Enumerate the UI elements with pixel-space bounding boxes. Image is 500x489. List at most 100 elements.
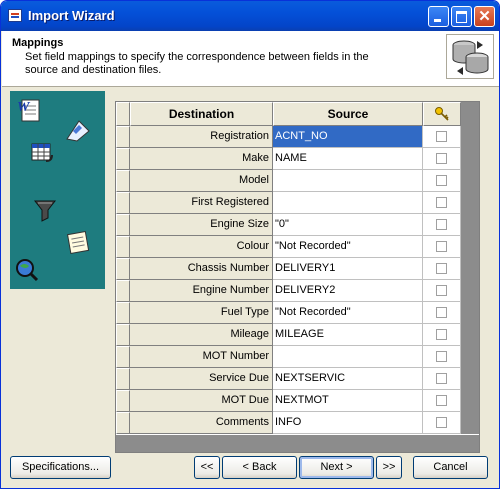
database-transfer-icon xyxy=(446,34,494,79)
wizard-header: Mappings Set field mappings to specify t… xyxy=(2,31,499,87)
source-field-cell[interactable]: DELIVERY2 xyxy=(273,280,423,302)
key-checkbox-cell[interactable] xyxy=(423,236,461,258)
table-row[interactable]: MOT Due NEXTMOT xyxy=(116,390,479,412)
key-checkbox-cell[interactable] xyxy=(423,126,461,148)
key-checkbox[interactable] xyxy=(436,241,447,252)
table-row[interactable]: Registration ACNT_NO xyxy=(116,126,479,148)
source-field-cell[interactable]: NEXTSERVIC xyxy=(273,368,423,390)
row-filler xyxy=(461,170,479,192)
last-page-button[interactable]: >> xyxy=(376,456,402,479)
key-checkbox[interactable] xyxy=(436,395,447,406)
table-row[interactable]: Colour "Not Recorded" xyxy=(116,236,479,258)
destination-field-cell: Fuel Type xyxy=(130,302,273,324)
source-field-cell[interactable]: "0" xyxy=(273,214,423,236)
svg-text:W: W xyxy=(17,100,31,115)
table-row[interactable]: Engine Size "0" xyxy=(116,214,479,236)
row-selector[interactable] xyxy=(116,280,130,302)
row-selector[interactable] xyxy=(116,126,130,148)
source-field-cell[interactable]: "Not Recorded" xyxy=(273,302,423,324)
source-field-cell[interactable]: NEXTMOT xyxy=(273,390,423,412)
key-checkbox[interactable] xyxy=(436,351,447,362)
source-field-cell[interactable]: ACNT_NO xyxy=(273,126,423,148)
key-checkbox[interactable] xyxy=(436,175,447,186)
key-checkbox[interactable] xyxy=(436,417,447,428)
destination-field-cell: Service Due xyxy=(130,368,273,390)
key-checkbox[interactable] xyxy=(436,153,447,164)
key-checkbox[interactable] xyxy=(436,131,447,142)
table-row[interactable]: Fuel Type "Not Recorded" xyxy=(116,302,479,324)
export-arrow-icon xyxy=(66,120,90,142)
key-checkbox-cell[interactable] xyxy=(423,412,461,434)
cancel-button[interactable]: Cancel xyxy=(413,456,488,479)
word-document-icon: W xyxy=(17,99,40,122)
key-checkbox-cell[interactable] xyxy=(423,368,461,390)
minimize-button[interactable] xyxy=(428,6,449,27)
table-row[interactable]: First Registered xyxy=(116,192,479,214)
source-field-cell[interactable] xyxy=(273,170,423,192)
row-selector[interactable] xyxy=(116,346,130,368)
row-selector[interactable] xyxy=(116,368,130,390)
row-selector[interactable] xyxy=(116,412,130,434)
key-checkbox-cell[interactable] xyxy=(423,390,461,412)
source-field-cell[interactable]: INFO xyxy=(273,412,423,434)
first-page-button[interactable]: << xyxy=(194,456,220,479)
table-row[interactable]: Make NAME xyxy=(116,148,479,170)
source-field-cell[interactable] xyxy=(273,346,423,368)
key-checkbox-cell[interactable] xyxy=(423,170,461,192)
page-description: Set field mappings to specify the corres… xyxy=(25,51,369,76)
table-row[interactable]: Model xyxy=(116,170,479,192)
source-field-cell[interactable]: MILEAGE xyxy=(273,324,423,346)
key-checkbox-cell[interactable] xyxy=(423,346,461,368)
close-button[interactable]: ✕ xyxy=(474,6,495,27)
key-checkbox[interactable] xyxy=(436,263,447,274)
maximize-button[interactable] xyxy=(451,6,472,27)
source-field-cell[interactable]: "Not Recorded" xyxy=(273,236,423,258)
field-mappings-grid[interactable]: Destination Source Registration ACNT_NO Ma… xyxy=(115,101,480,453)
key-checkbox-cell[interactable] xyxy=(423,258,461,280)
table-row[interactable]: Chassis Number DELIVERY1 xyxy=(116,258,479,280)
key-checkbox[interactable] xyxy=(436,219,447,230)
destination-column-header[interactable]: Destination xyxy=(130,102,273,126)
key-checkbox-cell[interactable] xyxy=(423,192,461,214)
destination-field-cell: Comments xyxy=(130,412,273,434)
table-row[interactable]: Mileage MILEAGE xyxy=(116,324,479,346)
row-selector[interactable] xyxy=(116,214,130,236)
key-checkbox[interactable] xyxy=(436,197,447,208)
next-button[interactable]: Next > xyxy=(299,456,374,479)
key-column-header[interactable] xyxy=(423,102,461,126)
row-selector[interactable] xyxy=(116,170,130,192)
table-row[interactable]: MOT Number xyxy=(116,346,479,368)
row-selector[interactable] xyxy=(116,258,130,280)
next-button-label: Next > xyxy=(320,461,353,473)
key-checkbox-cell[interactable] xyxy=(423,302,461,324)
grid-empty-area xyxy=(116,435,479,452)
maximize-icon xyxy=(456,11,467,23)
table-row[interactable]: Service Due NEXTSERVIC xyxy=(116,368,479,390)
row-filler xyxy=(461,324,479,346)
key-checkbox-cell[interactable] xyxy=(423,148,461,170)
row-selector[interactable] xyxy=(116,324,130,346)
source-column-header[interactable]: Source xyxy=(273,102,423,126)
title-bar[interactable]: Import Wizard ✕ xyxy=(1,1,499,31)
key-checkbox-cell[interactable] xyxy=(423,214,461,236)
key-checkbox[interactable] xyxy=(436,329,447,340)
key-checkbox[interactable] xyxy=(436,307,447,318)
back-button[interactable]: < Back xyxy=(222,456,297,479)
source-field-cell[interactable]: NAME xyxy=(273,148,423,170)
key-checkbox-cell[interactable] xyxy=(423,280,461,302)
notepad-icon xyxy=(66,230,90,254)
source-field-cell[interactable] xyxy=(273,192,423,214)
row-selector[interactable] xyxy=(116,236,130,258)
specifications-button[interactable]: Specifications... xyxy=(10,456,111,479)
wizard-side-panel: W xyxy=(10,91,105,289)
key-checkbox[interactable] xyxy=(436,373,447,384)
key-checkbox-cell[interactable] xyxy=(423,324,461,346)
row-selector[interactable] xyxy=(116,148,130,170)
row-selector[interactable] xyxy=(116,302,130,324)
table-row[interactable]: Engine Number DELIVERY2 xyxy=(116,280,479,302)
row-selector[interactable] xyxy=(116,192,130,214)
table-row[interactable]: Comments INFO xyxy=(116,412,479,434)
key-checkbox[interactable] xyxy=(436,285,447,296)
source-field-cell[interactable]: DELIVERY1 xyxy=(273,258,423,280)
row-selector[interactable] xyxy=(116,390,130,412)
